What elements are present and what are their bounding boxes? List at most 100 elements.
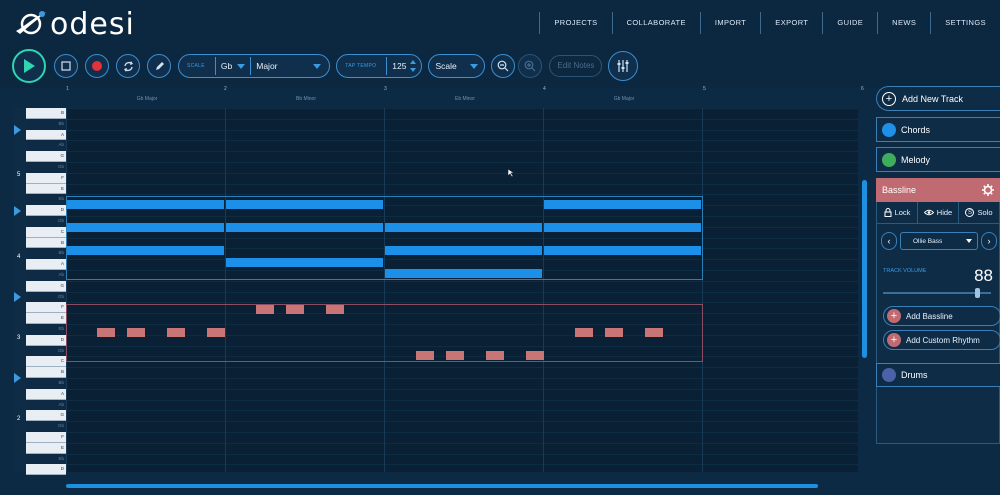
track-melody[interactable]: Melody <box>876 147 1000 172</box>
add-bassline-button[interactable]: + Add Bassline <box>883 306 1000 326</box>
logo[interactable]: odesi <box>14 6 135 42</box>
piano-key[interactable]: Gb <box>26 421 66 432</box>
bass-note[interactable] <box>286 305 304 314</box>
piano-key[interactable]: Ab <box>26 270 66 281</box>
piano-key[interactable]: Ab <box>26 399 66 411</box>
bass-note[interactable] <box>326 305 344 314</box>
bass-note[interactable] <box>486 351 504 360</box>
vertical-scrollbar[interactable] <box>862 180 867 358</box>
hide-button[interactable]: Hide <box>918 202 959 224</box>
piano-key[interactable]: Bb <box>26 378 66 389</box>
mixer-button[interactable] <box>608 51 639 81</box>
piano-key[interactable]: E <box>26 313 66 324</box>
instrument-select[interactable]: Ollie Bass <box>900 232 978 250</box>
piano-key[interactable]: E <box>26 442 66 454</box>
piano-key[interactable]: G <box>26 151 66 162</box>
chevron-down-icon[interactable] <box>237 63 246 69</box>
nav-news[interactable]: NEWS <box>877 12 930 34</box>
piano-key[interactable]: A <box>26 388 66 400</box>
tempo-stepper-icon[interactable] <box>409 59 417 73</box>
tempo-label[interactable]: TAP TEMPO <box>345 63 376 69</box>
nav-import[interactable]: IMPORT <box>699 12 760 34</box>
mode-value[interactable]: Major <box>256 61 308 71</box>
piano-key[interactable]: D <box>26 464 66 476</box>
piano-key[interactable]: E <box>26 183 66 195</box>
track-chords[interactable]: Chords <box>876 117 1000 142</box>
chevron-down-icon[interactable] <box>313 63 322 69</box>
bass-note[interactable] <box>605 328 623 337</box>
chord-note[interactable] <box>385 223 542 232</box>
zoom-in-button[interactable] <box>518 54 543 78</box>
piano-key[interactable]: Gb <box>26 162 66 173</box>
nav-collaborate[interactable]: COLLABORATE <box>611 12 700 34</box>
piano-key[interactable]: A <box>26 259 66 270</box>
piano-key[interactable]: B <box>26 237 66 249</box>
bass-note[interactable] <box>167 328 185 337</box>
piano-key[interactable]: Db <box>26 216 66 227</box>
piano-key[interactable]: D <box>26 205 66 216</box>
scale-mode-select[interactable]: Scale <box>428 54 486 78</box>
piano-key[interactable]: B <box>26 108 66 119</box>
chord-note[interactable] <box>544 246 701 255</box>
add-new-track-button[interactable]: + Add New Track <box>876 86 1000 111</box>
edit-notes-button[interactable]: Edit Notes <box>549 55 603 77</box>
bass-note[interactable] <box>207 328 225 337</box>
pencil-button[interactable] <box>147 54 171 78</box>
chord-note[interactable] <box>67 223 224 232</box>
play-button[interactable] <box>12 49 46 83</box>
solo-button[interactable]: S Solo <box>959 202 999 224</box>
tempo-value[interactable]: 125 <box>392 61 406 71</box>
bass-note[interactable] <box>256 305 274 314</box>
lock-button[interactable]: Lock <box>877 202 918 224</box>
bass-note[interactable] <box>446 351 464 360</box>
chord-note[interactable] <box>544 223 701 232</box>
timeline-ruler[interactable]: 1 2 3 4 5 6 Gb Major Bb Minor Eb Minor G… <box>66 86 864 108</box>
bass-note[interactable] <box>97 328 115 337</box>
stop-button[interactable] <box>54 54 78 78</box>
tempo-control[interactable]: TAP TEMPO 125 <box>336 54 423 78</box>
chord-note[interactable] <box>544 200 701 209</box>
chevron-left-icon[interactable]: ‹ <box>881 232 897 250</box>
chord-note[interactable] <box>385 246 542 255</box>
piano-key[interactable]: G <box>26 280 66 292</box>
chord-note[interactable] <box>226 223 383 232</box>
bass-note[interactable] <box>526 351 544 360</box>
piano-key[interactable]: C <box>26 226 66 238</box>
chord-note[interactable] <box>67 246 224 255</box>
chord-note[interactable] <box>226 200 383 209</box>
piano-key[interactable]: Gb <box>26 291 66 303</box>
piano-key[interactable]: G <box>26 410 66 422</box>
add-custom-rhythm-button[interactable]: + Add Custom Rhythm <box>883 330 1000 350</box>
scale-selector[interactable]: SCALE Gb Major <box>178 54 331 78</box>
piano-key[interactable]: C <box>26 356 66 368</box>
nav-settings[interactable]: SETTINGS <box>930 12 1000 34</box>
chevron-down-icon[interactable] <box>470 63 479 69</box>
zoom-out-button[interactable] <box>491 54 516 78</box>
note-grid[interactable] <box>66 108 858 472</box>
bass-note[interactable] <box>416 351 434 360</box>
piano-key[interactable]: A <box>26 129 66 141</box>
piano-key[interactable]: B <box>26 367 66 378</box>
piano-key[interactable]: Eb <box>26 194 66 206</box>
bass-note[interactable] <box>575 328 593 337</box>
piano-key[interactable]: Bb <box>26 248 66 260</box>
nav-export[interactable]: EXPORT <box>760 12 822 34</box>
chord-note[interactable] <box>226 258 383 267</box>
piano-key[interactable]: F <box>26 172 66 184</box>
bass-note[interactable] <box>645 328 663 337</box>
piano-key[interactable]: Db <box>26 345 66 357</box>
volume-slider[interactable] <box>883 288 991 298</box>
gear-icon[interactable] <box>982 184 994 196</box>
chord-note[interactable] <box>67 200 224 209</box>
bass-note[interactable] <box>127 328 145 337</box>
track-bassline-header[interactable]: Bassline <box>876 178 1000 202</box>
piano-key[interactable]: D <box>26 334 66 346</box>
scale-mode-value[interactable]: Scale <box>435 61 465 71</box>
loop-button[interactable] <box>116 54 140 78</box>
piano-key[interactable]: Bb <box>26 118 66 130</box>
piano-key[interactable]: F <box>26 302 66 314</box>
key-value[interactable]: Gb <box>221 61 232 71</box>
record-button[interactable] <box>85 54 109 78</box>
chevron-right-icon[interactable]: › <box>981 232 997 250</box>
chord-note[interactable] <box>385 269 542 278</box>
